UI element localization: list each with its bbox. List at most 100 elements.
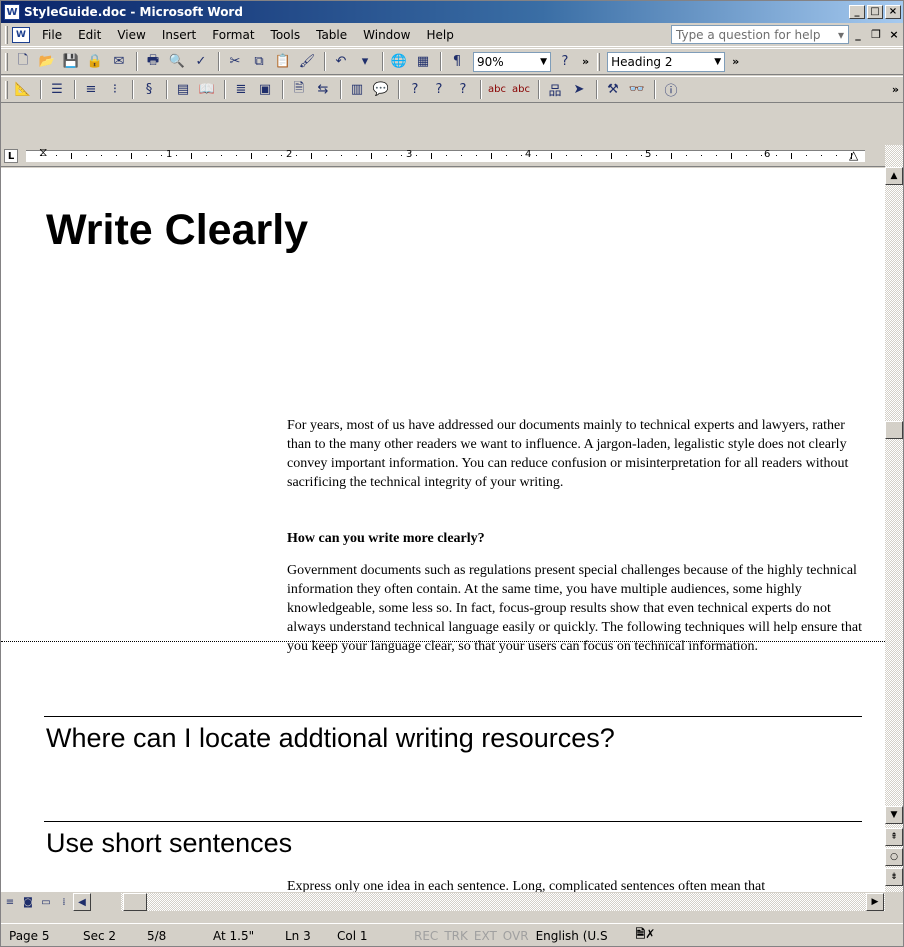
menu-help[interactable]: Help [418, 28, 461, 42]
toolbar-grip[interactable] [597, 52, 601, 71]
tables-icon[interactable]: ▦ [412, 51, 434, 73]
comment-icon[interactable]: 💬 [370, 79, 392, 101]
bullets-icon[interactable]: ⁝ [104, 79, 126, 101]
ruler-tick [191, 153, 192, 159]
format-painter-icon[interactable]: 🖌 [296, 51, 318, 73]
spelling-icon[interactable]: ✓ [190, 51, 212, 73]
save-icon[interactable]: 💾 [60, 51, 82, 73]
style-select[interactable]: Heading 2 ▼ [607, 51, 726, 72]
new-document-icon[interactable]: 🗋 [12, 51, 34, 73]
menu-tools[interactable]: Tools [263, 28, 309, 42]
minimize-button[interactable]: _ [849, 5, 865, 19]
table-icon[interactable]: ▤ [172, 79, 194, 101]
doc-minimize-button[interactable]: _ [849, 28, 867, 41]
maximize-button[interactable]: □ [867, 5, 883, 19]
menu-table[interactable]: Table [308, 28, 355, 42]
menu-edit[interactable]: Edit [70, 28, 109, 42]
next-page-button[interactable]: ⇟ [885, 868, 903, 886]
help-2-icon[interactable]: ? [428, 79, 450, 101]
doc-close-button[interactable]: × [885, 28, 903, 41]
heading-write-clearly: Write Clearly [46, 206, 309, 254]
glasses-icon[interactable]: 👓 [626, 79, 648, 101]
hscroll-thumb[interactable] [123, 893, 147, 911]
status-language[interactable]: English (U.S [532, 929, 628, 943]
tab-selector-icon[interactable]: L [4, 149, 18, 163]
word-document-icon[interactable]: W [4, 4, 20, 20]
horizontal-scrollbar[interactable]: ▶ [121, 893, 885, 911]
select-browse-object-button[interactable]: ○ [885, 848, 903, 866]
previous-page-button[interactable]: ⇞ [885, 828, 903, 846]
info-icon[interactable]: ⓘ [660, 79, 682, 101]
open-icon[interactable]: 📂 [36, 51, 58, 73]
zoom-select[interactable]: 90% ▼ [473, 51, 551, 72]
normal-view-icon[interactable]: ≡ [1, 893, 19, 911]
help-icon[interactable]: ? [554, 51, 576, 73]
scroll-left-button[interactable]: ◀ [73, 893, 91, 911]
scroll-right-button[interactable]: ▶ [866, 893, 884, 911]
spell-abc-icon[interactable]: abc [486, 79, 508, 101]
print-layout-icon[interactable]: ▭ [37, 893, 55, 911]
status-rec[interactable]: REC [411, 929, 441, 943]
chart-icon[interactable]: ▥ [346, 79, 368, 101]
help-1-icon[interactable]: ? [404, 79, 426, 101]
scroll-up-button[interactable]: ▲ [885, 167, 903, 185]
print-preview-icon[interactable]: 🔍 [166, 51, 188, 73]
menu-insert[interactable]: Insert [154, 28, 204, 42]
toolbar-grip[interactable] [5, 80, 8, 99]
permission-icon[interactable]: 🔒 [84, 51, 106, 73]
scroll-thumb[interactable] [885, 421, 903, 439]
status-section: Sec 2 [83, 928, 117, 943]
toolbar-options-icon[interactable]: » [892, 83, 899, 96]
web-layout-icon[interactable]: ◙ [19, 893, 37, 911]
paragraph-icon[interactable]: ≣ [230, 79, 252, 101]
vertical-scrollbar[interactable]: ▲ ▼ ⇞ ○ ⇟ [885, 145, 903, 892]
indent-marker-icon[interactable]: ⧖ [39, 145, 47, 160]
scroll-down-button[interactable]: ▼ [885, 806, 903, 824]
show-formatting-icon[interactable]: ¶ [446, 51, 468, 73]
numbering-icon[interactable]: ≡ [80, 79, 102, 101]
spell-abc-2-icon[interactable]: abc [510, 79, 532, 101]
status-trk[interactable]: TRK [441, 929, 471, 943]
bookmark-icon[interactable]: 📖 [196, 79, 218, 101]
horizontal-ruler[interactable]: L 1 2 3 4 5 6 ⧖ △ [1, 145, 885, 167]
cut-icon[interactable]: ✂ [224, 51, 246, 73]
separator [538, 80, 540, 99]
word-count-icon[interactable]: 📐 [12, 79, 34, 101]
menu-view[interactable]: View [109, 28, 153, 42]
research-icon[interactable]: ✉ [108, 51, 130, 73]
outline-icon[interactable]: ☰ [46, 79, 68, 101]
hammer-icon[interactable]: ⚒ [602, 79, 624, 101]
print-icon[interactable]: 🖶 [142, 51, 164, 73]
tree-icon[interactable]: 品 [544, 79, 566, 101]
undo-dropdown-icon[interactable]: ▾ [354, 51, 376, 73]
document-page[interactable]: Write Clearly For years, most of us have… [1, 168, 885, 892]
chevron-down-icon[interactable]: ▾ [838, 28, 844, 42]
cross-reference-icon[interactable]: ⇆ [312, 79, 334, 101]
menu-format[interactable]: Format [204, 28, 262, 42]
outline-view-icon[interactable]: ⁞ [55, 893, 73, 911]
arrow-icon[interactable]: ➤ [568, 79, 590, 101]
status-ext[interactable]: EXT [471, 929, 500, 943]
caption-icon[interactable]: 🗎 [288, 79, 310, 101]
status-ovr[interactable]: OVR [500, 929, 532, 943]
menu-window[interactable]: Window [355, 28, 418, 42]
document-menu-icon[interactable]: W [12, 26, 30, 43]
style-icon[interactable]: § [138, 79, 160, 101]
doc-restore-button[interactable]: ❐ [867, 28, 885, 41]
ask-question-input[interactable]: Type a question for help ▾ [671, 25, 849, 44]
undo-icon[interactable]: ↶ [330, 51, 352, 73]
help-3-icon[interactable]: ? [452, 79, 474, 101]
toolbar-grip[interactable] [5, 52, 8, 71]
paste-icon[interactable]: 📋 [272, 51, 294, 73]
close-button[interactable]: × [885, 5, 901, 19]
toolbar-options-icon[interactable]: » [732, 55, 739, 68]
spelling-status-icon[interactable]: 🗎✗ [628, 925, 664, 946]
ruler-dot [656, 155, 657, 156]
ruler-dot [176, 155, 177, 156]
copy-icon[interactable]: ⧉ [248, 51, 270, 73]
picture-icon[interactable]: ▣ [254, 79, 276, 101]
insert-hyperlink-icon[interactable]: 🌐 [388, 51, 410, 73]
menu-grip[interactable] [5, 25, 8, 44]
toolbar-options-icon[interactable]: » [582, 55, 589, 68]
menu-file[interactable]: File [34, 28, 70, 42]
